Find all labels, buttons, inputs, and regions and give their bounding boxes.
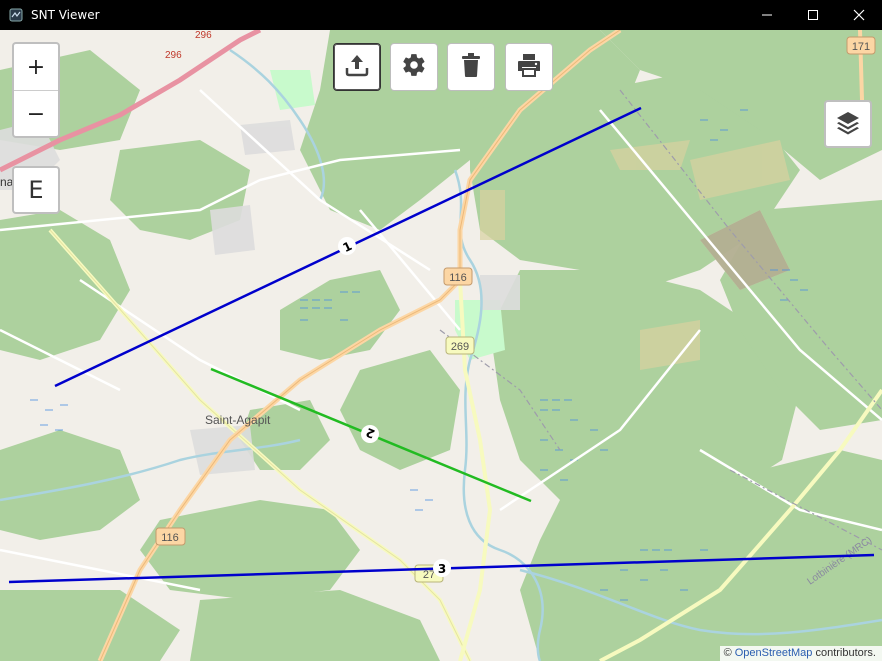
printer-icon	[516, 52, 542, 82]
close-button[interactable]	[836, 0, 882, 30]
maximize-button[interactable]	[790, 0, 836, 30]
app-icon	[9, 8, 23, 22]
map-tiles	[0, 30, 882, 661]
layers-icon	[834, 108, 862, 140]
zoom-control: + −	[12, 42, 60, 138]
map-attribution: © OpenStreetMap contributors.	[719, 646, 882, 661]
map-view[interactable]: 116 269 116 27 171 296 296 Saint-Agapit …	[0, 30, 882, 661]
print-button[interactable]	[505, 43, 553, 91]
upload-icon	[344, 52, 370, 82]
gear-icon	[401, 52, 427, 82]
trash-icon	[459, 52, 483, 82]
e-button[interactable]: E	[12, 166, 60, 214]
app-window: SNT Viewer 116 269 116 27 171 296 296 Sa…	[0, 0, 882, 661]
osm-link[interactable]: OpenStreetMap	[735, 647, 813, 659]
zoom-in-button[interactable]: +	[14, 44, 58, 91]
zoom-out-button[interactable]: −	[14, 91, 58, 137]
attribution-prefix: ©	[723, 647, 735, 659]
title-bar: SNT Viewer	[0, 0, 882, 30]
upload-button[interactable]	[333, 43, 381, 91]
attribution-suffix: contributors.	[812, 647, 876, 659]
settings-button[interactable]	[390, 43, 438, 91]
window-title: SNT Viewer	[31, 8, 100, 22]
delete-button[interactable]	[447, 43, 495, 91]
minimize-button[interactable]	[744, 0, 790, 30]
layers-button[interactable]	[824, 100, 872, 148]
